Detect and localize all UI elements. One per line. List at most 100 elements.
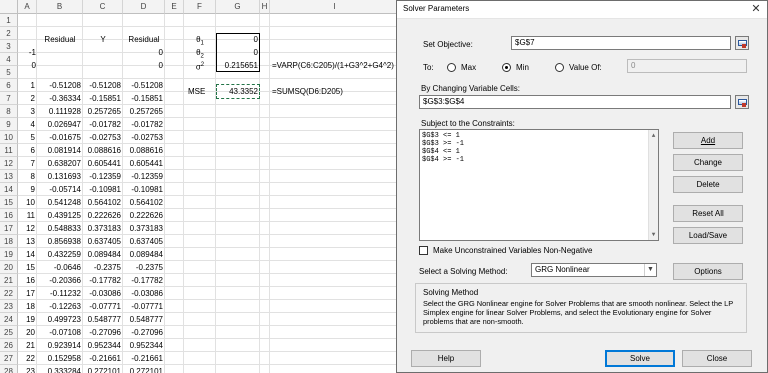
cell-c25[interactable]: -0.27096 xyxy=(83,326,123,339)
column-header-i[interactable]: I xyxy=(270,0,400,14)
cell-c17[interactable]: 0.373183 xyxy=(83,222,123,235)
constraint-item[interactable]: $G$3 <= 1 xyxy=(420,132,658,140)
column-header-d[interactable]: D xyxy=(123,0,165,14)
cell-a8[interactable]: 3 xyxy=(18,105,37,118)
row-header-3[interactable]: 3 xyxy=(0,40,18,53)
cell-a10[interactable]: 5 xyxy=(18,131,37,144)
cell-d3[interactable]: Residual xyxy=(123,33,165,46)
change-button[interactable]: Change xyxy=(673,154,743,171)
value-of-input[interactable]: 0 xyxy=(627,59,747,73)
cell-c9[interactable]: -0.01782 xyxy=(83,118,123,131)
row-header-11[interactable]: 11 xyxy=(0,144,18,157)
cell-a9[interactable]: 4 xyxy=(18,118,37,131)
cell-c6[interactable]: -0.51208 xyxy=(83,79,123,92)
unconstrained-label[interactable]: Make Unconstrained Variables Non-Negativ… xyxy=(433,246,593,255)
cell-b27[interactable]: 0.152958 xyxy=(37,352,83,365)
cell-a20[interactable]: 15 xyxy=(18,261,37,274)
cell-c26[interactable]: 0.952344 xyxy=(83,339,123,352)
cell-d8[interactable]: 0.257265 xyxy=(123,105,165,118)
delete-button[interactable]: Delete xyxy=(673,176,743,193)
row-header-14[interactable]: 14 xyxy=(0,183,18,196)
cell-d24[interactable]: 0.548777 xyxy=(123,313,165,326)
cell-g7-mse[interactable]: 43.3352 xyxy=(216,85,260,98)
row-header-21[interactable]: 21 xyxy=(0,274,18,287)
cell-b8[interactable]: 0.111928 xyxy=(37,105,83,118)
radio-value-of-label[interactable]: Value Of: xyxy=(569,63,602,72)
row-header-2[interactable]: 2 xyxy=(0,27,18,40)
column-header-f[interactable]: F xyxy=(184,0,216,14)
row-header-4[interactable]: 4 xyxy=(0,53,18,66)
radio-max[interactable] xyxy=(447,63,456,72)
constraint-item[interactable]: $G$3 >= -1 xyxy=(420,140,658,148)
reset-all-button[interactable]: Reset All xyxy=(673,205,743,222)
help-button[interactable]: Help xyxy=(411,350,481,367)
cell-d23[interactable]: -0.07771 xyxy=(123,300,165,313)
row-header-24[interactable]: 24 xyxy=(0,313,18,326)
column-header-e[interactable]: E xyxy=(165,0,184,14)
mse-label[interactable]: MSE xyxy=(186,85,216,98)
row-header-23[interactable]: 23 xyxy=(0,300,18,313)
cell-a22[interactable]: 17 xyxy=(18,287,37,300)
cell-c3[interactable]: Y xyxy=(83,33,123,46)
cell-b20[interactable]: -0.0646 xyxy=(37,261,83,274)
cell-b24[interactable]: 0.499723 xyxy=(37,313,83,326)
add-button[interactable]: Add xyxy=(673,132,743,149)
cell-b15[interactable]: 0.541248 xyxy=(37,196,83,209)
row-header-27[interactable]: 27 xyxy=(0,352,18,365)
row-header-26[interactable]: 26 xyxy=(0,339,18,352)
constraint-item[interactable]: $G$4 >= -1 xyxy=(420,156,658,164)
cell-d19[interactable]: 0.089484 xyxy=(123,248,165,261)
sigma2-label[interactable]: σ2 xyxy=(184,59,216,72)
row-header-5[interactable]: 5 xyxy=(0,66,18,79)
cell-a14[interactable]: 9 xyxy=(18,183,37,196)
constraints-scrollbar[interactable]: ▲ ▼ xyxy=(648,130,658,240)
constraints-list[interactable]: $G$3 <= 1 $G$3 >= -1 $G$4 <= 1 $G$4 >= -1 ▲… xyxy=(419,129,659,241)
row-header-28[interactable]: 28 xyxy=(0,365,18,373)
cell-c8[interactable]: 0.257265 xyxy=(83,105,123,118)
cell-c7[interactable]: -0.15851 xyxy=(83,92,123,105)
cell-d12[interactable]: 0.605441 xyxy=(123,157,165,170)
cell-c24[interactable]: 0.548777 xyxy=(83,313,123,326)
cell-a5[interactable]: 0 xyxy=(18,59,38,72)
row-header-10[interactable]: 10 xyxy=(0,131,18,144)
row-header-7[interactable]: 7 xyxy=(0,92,18,105)
row-header-18[interactable]: 18 xyxy=(0,235,18,248)
cell-b16[interactable]: 0.439125 xyxy=(37,209,83,222)
row-header-6[interactable]: 6 xyxy=(0,79,18,92)
cell-d28[interactable]: 0.272101 xyxy=(123,365,165,373)
cell-a19[interactable]: 14 xyxy=(18,248,37,261)
cell-a12[interactable]: 7 xyxy=(18,157,37,170)
changing-cells-input[interactable]: $G$3:$G$4 xyxy=(419,95,731,109)
cell-b10[interactable]: -0.01675 xyxy=(37,131,83,144)
cell-d4[interactable]: 0 xyxy=(123,46,165,59)
cell-d5[interactable]: 0 xyxy=(123,59,165,72)
cell-c21[interactable]: -0.17782 xyxy=(83,274,123,287)
cell-d17[interactable]: 0.373183 xyxy=(123,222,165,235)
cell-b7[interactable]: -0.36334 xyxy=(37,92,83,105)
cell-c27[interactable]: -0.21661 xyxy=(83,352,123,365)
cell-b21[interactable]: -0.20366 xyxy=(37,274,83,287)
cell-a18[interactable]: 13 xyxy=(18,235,37,248)
row-header-25[interactable]: 25 xyxy=(0,326,18,339)
cell-d7[interactable]: -0.15851 xyxy=(123,92,165,105)
cell-d13[interactable]: -0.12359 xyxy=(123,170,165,183)
cell-c22[interactable]: -0.03086 xyxy=(83,287,123,300)
cell-b25[interactable]: -0.07108 xyxy=(37,326,83,339)
dialog-titlebar[interactable]: Solver Parameters ✕ xyxy=(397,1,767,19)
cell-a13[interactable]: 8 xyxy=(18,170,37,183)
cell-b19[interactable]: 0.432259 xyxy=(37,248,83,261)
radio-min[interactable] xyxy=(502,63,511,72)
cell-a16[interactable]: 11 xyxy=(18,209,37,222)
cell-c23[interactable]: -0.07771 xyxy=(83,300,123,313)
cell-a4[interactable]: -1 xyxy=(18,46,38,59)
cell-a6[interactable]: 1 xyxy=(18,79,37,92)
load-save-button[interactable]: Load/Save xyxy=(673,227,743,244)
cell-b11[interactable]: 0.081914 xyxy=(37,144,83,157)
cell-a15[interactable]: 10 xyxy=(18,196,37,209)
scroll-down-icon[interactable]: ▼ xyxy=(649,230,658,239)
row-header-19[interactable]: 19 xyxy=(0,248,18,261)
cell-a24[interactable]: 19 xyxy=(18,313,37,326)
row-header-12[interactable]: 12 xyxy=(0,157,18,170)
cell-c20[interactable]: -0.2375 xyxy=(83,261,123,274)
close-icon[interactable]: ✕ xyxy=(749,3,763,16)
